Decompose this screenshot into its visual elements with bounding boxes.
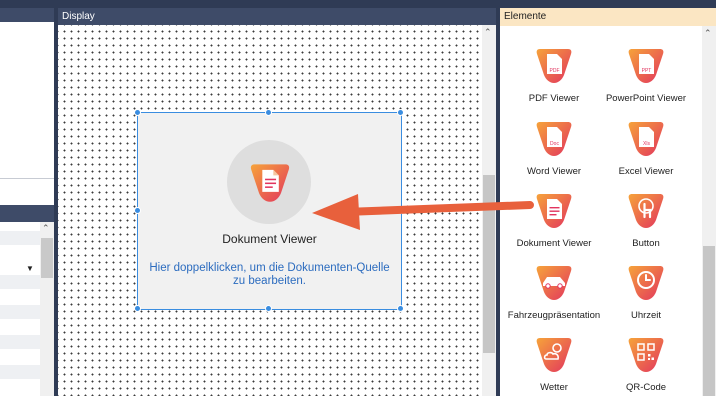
element-tile-button[interactable]: Button	[596, 190, 696, 260]
doc-badge: Doc	[550, 141, 559, 147]
clock-icon	[628, 266, 664, 300]
ppt-badge: PPT	[642, 68, 652, 74]
display-panel-title: Display	[58, 8, 496, 25]
element-tile-pdf-viewer[interactable]: PDF PDF Viewer	[504, 45, 604, 115]
window-frame-top	[0, 0, 716, 8]
widget-hint[interactable]: Hier doppelklicken, um die Dokumenten-Qu…	[138, 262, 401, 288]
resize-handle-top[interactable]	[265, 109, 272, 116]
resize-handle-bottom[interactable]	[265, 305, 272, 312]
property-row[interactable]	[0, 335, 40, 349]
resize-handle-right[interactable]	[397, 207, 404, 214]
element-tile-fahrzeugpraesentation[interactable]: Fahrzeugpräsentation	[504, 262, 604, 332]
element-tile-powerpoint-viewer[interactable]: PPT PowerPoint Viewer	[596, 45, 696, 115]
widget-title: Dokument Viewer	[222, 232, 317, 246]
document-icon	[250, 164, 290, 202]
left-top-panel	[0, 8, 54, 204]
document-icon	[536, 194, 572, 228]
left-bottom-panel-header	[0, 205, 54, 222]
element-label: Fahrzeugpräsentation	[507, 310, 601, 321]
property-row[interactable]	[0, 275, 40, 289]
xls-badge: Xls	[643, 141, 650, 147]
element-label: Wetter	[540, 382, 568, 393]
element-tile-wetter[interactable]: Wetter	[504, 334, 604, 404]
element-label: PDF Viewer	[528, 93, 580, 104]
left-top-panel-header	[0, 8, 54, 22]
element-tile-dokument-viewer[interactable]: Dokument Viewer	[504, 190, 604, 260]
weather-icon	[536, 338, 572, 372]
car-icon	[536, 266, 572, 300]
resize-handle-left[interactable]	[134, 207, 141, 214]
resize-handle-top-right[interactable]	[397, 109, 404, 116]
resize-handle-bottom-left[interactable]	[134, 305, 141, 312]
scrollbar-thumb[interactable]	[703, 246, 715, 396]
pdf-badge: PDF	[550, 68, 560, 74]
elements-scrollbar[interactable]: ⌃	[702, 26, 716, 396]
doc-document-icon: Doc	[536, 122, 572, 156]
element-tile-uhrzeit[interactable]: Uhrzeit	[596, 262, 696, 332]
element-label: Excel Viewer	[618, 166, 674, 177]
element-label: Button	[632, 238, 660, 249]
element-tile-excel-viewer[interactable]: Xls Excel Viewer	[596, 118, 696, 188]
touch-button-icon	[628, 194, 664, 228]
element-label: Word Viewer	[526, 166, 582, 177]
qr-code-icon	[628, 338, 664, 372]
resize-handle-top-left[interactable]	[134, 109, 141, 116]
left-bottom-panel: ⌃	[0, 205, 54, 396]
left-bottom-scrollbar[interactable]: ⌃	[40, 222, 54, 396]
pdf-document-icon: PDF	[536, 49, 572, 83]
property-row[interactable]	[0, 231, 40, 245]
property-row[interactable]	[0, 365, 40, 379]
element-label: QR-Code	[625, 382, 667, 393]
widget-hint-line-2: zu bearbeiten.	[233, 275, 306, 287]
element-label: Uhrzeit	[630, 310, 662, 321]
scrollbar-thumb[interactable]	[41, 238, 53, 278]
xls-document-icon: Xls	[628, 122, 664, 156]
elements-panel-title: Elemente	[500, 8, 716, 26]
ppt-document-icon: PPT	[628, 49, 664, 83]
property-row[interactable]	[0, 245, 40, 259]
element-label: Dokument Viewer	[516, 238, 592, 249]
scrollbar-thumb[interactable]	[483, 175, 495, 353]
display-scrollbar[interactable]: ⌃	[482, 25, 496, 396]
scroll-up-icon[interactable]: ⌃	[42, 223, 50, 234]
triangle-down-icon[interactable]: ▼	[26, 264, 34, 273]
property-row[interactable]	[0, 305, 40, 319]
widget-hint-line-1: Hier doppelklicken, um die Dokumenten-Qu…	[149, 262, 390, 274]
left-top-divider	[0, 178, 54, 179]
scroll-up-icon[interactable]: ⌃	[704, 28, 712, 39]
element-tile-word-viewer[interactable]: Doc Word Viewer	[504, 118, 604, 188]
element-label: PowerPoint Viewer	[605, 93, 687, 104]
resize-handle-bottom-right[interactable]	[397, 305, 404, 312]
scroll-up-icon[interactable]: ⌃	[484, 27, 492, 38]
element-tile-qr-code[interactable]: QR-Code	[596, 334, 696, 404]
